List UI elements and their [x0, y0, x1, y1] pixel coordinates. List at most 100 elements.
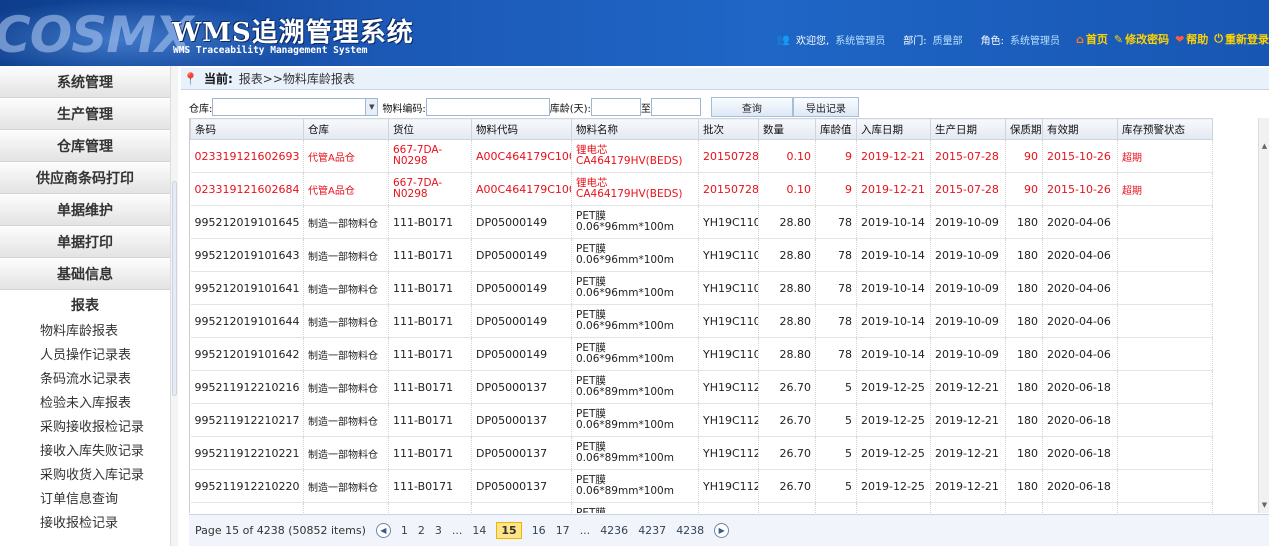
- column-header[interactable]: 保质期: [1005, 118, 1043, 140]
- sidebar-item-purchase-receipt[interactable]: 采购收货入库记录: [0, 464, 170, 488]
- chevron-down-icon[interactable]: ▼: [365, 99, 378, 115]
- table-row[interactable]: 995212019101642 制造一部物料仓 111-B0171 DP0500014…: [190, 337, 1213, 371]
- sidebar-item-receive-store-failed[interactable]: 接收入库失败记录: [0, 440, 170, 464]
- column-header[interactable]: 仓库: [303, 118, 389, 140]
- material-age-grid: 条码 仓库 货位 物料代码 物料名称 批次 数量 库龄值 入库日期 生产日期 保质期 有效期 库存预警状…: [189, 118, 1258, 513]
- sidebar-group-system[interactable]: 系统管理: [0, 66, 170, 98]
- table-row[interactable]: 995211912210221 制造一部物料仓 111-B0171 DP0500013…: [190, 436, 1213, 470]
- cell-batch: YH19C1122: [698, 403, 759, 437]
- relogin-link[interactable]: ⏻ 重新登录: [1214, 31, 1269, 47]
- cell-prod-date: 2019-10-09: [930, 238, 1006, 272]
- grid-scrollbar[interactable]: ▲ ▼: [1258, 118, 1269, 513]
- scroll-up-icon[interactable]: ▲: [1260, 142, 1269, 152]
- column-header[interactable]: 库存预警状态: [1117, 118, 1213, 140]
- page-link[interactable]: 4237: [638, 524, 666, 537]
- material-code-input[interactable]: [425, 98, 550, 116]
- table-row[interactable]: 995211912210216 制造一部物料仓 111-B0171 DP0500013…: [190, 370, 1213, 404]
- sidebar-group-warehouse[interactable]: 仓库管理: [0, 130, 170, 162]
- sidebar-group-document-print[interactable]: 单据打印: [0, 226, 170, 258]
- next-page-icon[interactable]: ▶: [714, 523, 730, 538]
- page-links: 1 2 3... 14 15 16 17... 4236 4237 4238: [401, 522, 704, 539]
- prev-page-icon[interactable]: ◀: [375, 523, 391, 538]
- sidebar-item-receive-inspection[interactable]: 接收报检记录: [0, 512, 170, 536]
- sidebar-group-document-maintenance[interactable]: 单据维护: [0, 194, 170, 226]
- sidebar-item-inspected-not-stored[interactable]: 检验未入库报表: [0, 392, 170, 416]
- page-link[interactable]: 14: [472, 524, 486, 537]
- table-row[interactable]: 995211912210220 制造一部物料仓 111-B0171 DP0500013…: [190, 469, 1213, 503]
- column-header[interactable]: 入库日期: [856, 118, 931, 140]
- page-link[interactable]: 2: [418, 524, 425, 537]
- cell-shelf: 180: [1005, 403, 1043, 437]
- sidebar-item-purchase-receive-inspection[interactable]: 采购接收报检记录: [0, 416, 170, 440]
- cell-in-date: 2019-10-14: [856, 337, 931, 371]
- sidebar-group-basic-info[interactable]: 基础信息: [0, 258, 170, 290]
- cell-location: 667-7DA-N0298: [388, 172, 472, 206]
- cell-code: DP05000149: [471, 205, 572, 239]
- current-page[interactable]: 15: [496, 522, 522, 539]
- sidebar-scroll-thumb[interactable]: [172, 181, 177, 396]
- cell-batch: YH19C1100: [698, 271, 759, 305]
- column-header[interactable]: 库龄值: [815, 118, 857, 140]
- sidebar-item-barcode-flow[interactable]: 条码流水记录表: [0, 368, 170, 392]
- warehouse-label: 仓库:: [189, 103, 213, 115]
- cell-in-date: 2019-10-14: [856, 304, 931, 338]
- scroll-down-icon[interactable]: ▼: [1260, 501, 1269, 511]
- sidebar-item-operator-log[interactable]: 人员操作记录表: [0, 344, 170, 368]
- column-header[interactable]: 数量: [758, 118, 816, 140]
- column-header[interactable]: 条码: [190, 118, 304, 140]
- cell-age: 78: [815, 271, 857, 305]
- cell-barcode: 995211912210216: [190, 370, 304, 404]
- change-password-link[interactable]: ✎ 修改密码: [1114, 31, 1169, 47]
- query-button[interactable]: 查询: [710, 97, 793, 117]
- cell-expiry: 2020-04-06: [1042, 304, 1118, 338]
- system-title: WMS追溯管理系统: [172, 18, 414, 48]
- warehouse-select[interactable]: ▼: [212, 98, 379, 116]
- table-row[interactable]: 023319121602693 代管A品仓 667-7DA-N0298 A00C464…: [190, 139, 1213, 173]
- cell-barcode: 995212019101641: [190, 271, 304, 305]
- role-label: 角色:: [980, 35, 1004, 47]
- cell-batch: YH19C1100: [698, 238, 759, 272]
- page-link[interactable]: 1: [401, 524, 408, 537]
- page-link[interactable]: 4238: [676, 524, 704, 537]
- sidebar-item-order-query[interactable]: 订单信息查询: [0, 488, 170, 512]
- home-link[interactable]: ⌂ 首页: [1076, 31, 1108, 47]
- column-header[interactable]: 物料代码: [471, 118, 572, 140]
- cell-qty: 26.70: [758, 403, 816, 437]
- table-row[interactable]: 023319121602684 代管A品仓 667-7DA-N0298 A00C464…: [190, 172, 1213, 206]
- cell-prod-date: 2019-10-09: [930, 304, 1006, 338]
- column-header[interactable]: 生产日期: [930, 118, 1006, 140]
- age-from-input[interactable]: [590, 98, 641, 116]
- cell-qty: 28.80: [758, 337, 816, 371]
- cell-shelf: 180: [1005, 469, 1043, 503]
- cell-expiry: 2020-04-06: [1042, 205, 1118, 239]
- cell-status: [1117, 238, 1213, 272]
- sidebar-group-supplier-barcode[interactable]: 供应商条码打印: [0, 162, 170, 194]
- warehouse-input[interactable]: [212, 98, 379, 116]
- table-row[interactable]: 995212019101641 制造一部物料仓 111-B0171 DP0500014…: [190, 271, 1213, 305]
- table-row[interactable]: 995212019101644 制造一部物料仓 111-B0171 DP0500014…: [190, 304, 1213, 338]
- page-link[interactable]: 17: [556, 524, 570, 537]
- page-link[interactable]: 4236: [600, 524, 628, 537]
- cell-barcode: 995212019101642: [190, 337, 304, 371]
- table-row[interactable]: 995211912210218制造一部物料仓111-B0171DP0500013…: [190, 502, 1213, 513]
- page-link[interactable]: 16: [532, 524, 546, 537]
- column-header[interactable]: 有效期: [1042, 118, 1118, 140]
- cell-name: PET膜 0.06*96mm*100m: [571, 271, 699, 305]
- sidebar-scrollbar[interactable]: [170, 66, 178, 546]
- table-row[interactable]: 995212019101645 制造一部物料仓 111-B0171 DP0500014…: [190, 205, 1213, 239]
- table-row[interactable]: 995212019101643 制造一部物料仓 111-B0171 DP0500014…: [190, 238, 1213, 272]
- pencil-icon: ✎: [1113, 32, 1124, 46]
- help-link[interactable]: ❤ 帮助: [1175, 31, 1208, 47]
- cell-age: 5: [815, 403, 857, 437]
- sidebar-item-material-age-report[interactable]: 物料库龄报表: [0, 320, 170, 344]
- sidebar-group-production[interactable]: 生产管理: [0, 98, 170, 130]
- table-row[interactable]: 995211912210217 制造一部物料仓 111-B0171 DP0500013…: [190, 403, 1213, 437]
- age-to-input[interactable]: [650, 98, 701, 116]
- column-header[interactable]: 批次: [698, 118, 759, 140]
- sidebar-group-reports[interactable]: 报表: [0, 290, 170, 320]
- export-button[interactable]: 导出记录: [792, 97, 859, 117]
- page-link[interactable]: 3: [435, 524, 442, 537]
- column-header[interactable]: 货位: [388, 118, 472, 140]
- column-header[interactable]: 物料名称: [571, 118, 699, 140]
- cell-code: DP05000137: [471, 370, 572, 404]
